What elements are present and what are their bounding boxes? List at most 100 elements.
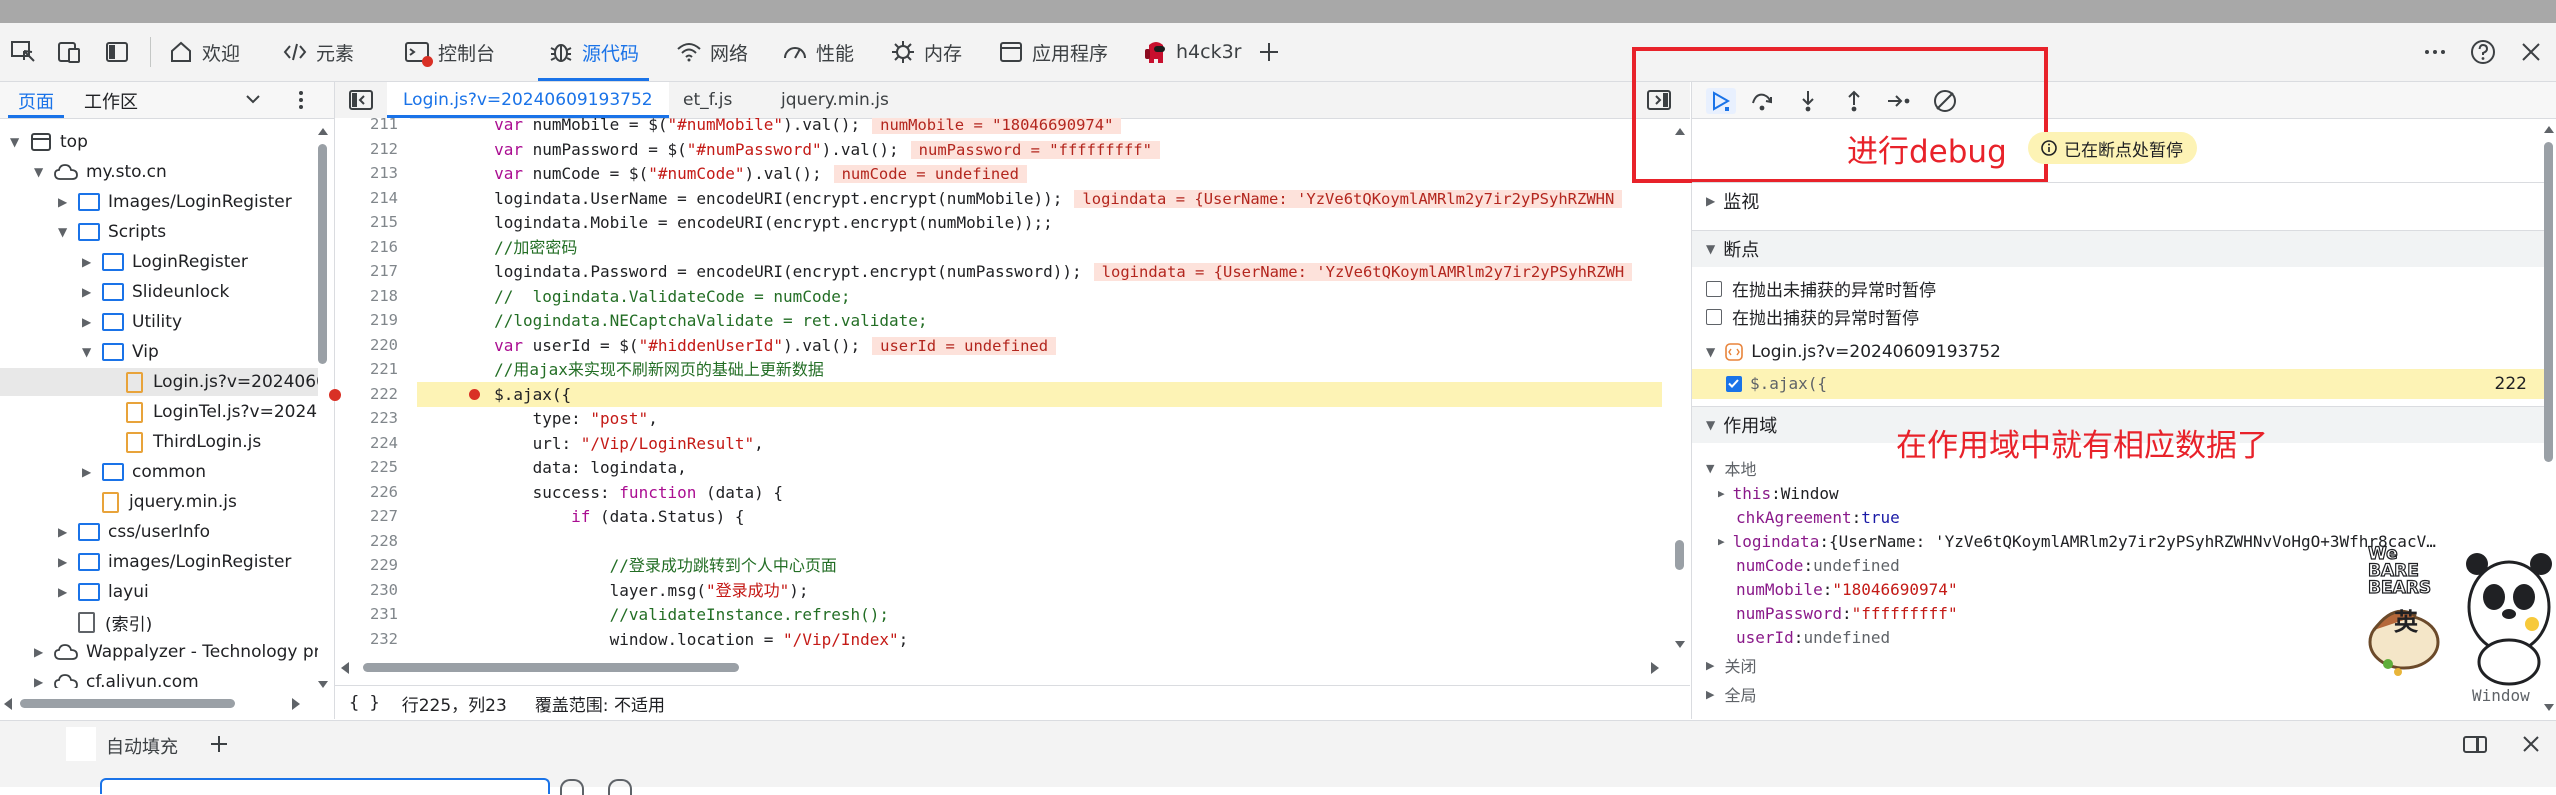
line-number[interactable]: 211 <box>370 115 398 133</box>
tree-item[interactable]: ▶ Images/LoginRegister <box>0 188 318 216</box>
scope-variable[interactable]: numMobile: "18046690974" <box>1736 580 1958 599</box>
chevron-down-icon[interactable] <box>244 90 262 108</box>
tree-item[interactable]: ▼ Vip <box>0 338 318 366</box>
line-number[interactable]: 213 <box>370 164 398 182</box>
editor-tab-et-f-js[interactable]: et_f.js <box>669 82 746 118</box>
toggle-navigator-icon[interactable] <box>349 90 373 110</box>
breakpoint-marker-icon[interactable] <box>329 388 341 401</box>
editor-vertical-scrollbar[interactable] <box>1673 128 1687 648</box>
tree-item[interactable]: ▶ images/LoginRegister <box>0 548 318 576</box>
expand-arrow-icon[interactable]: ▶ <box>82 465 98 479</box>
tree-item[interactable]: ▼ my.sto.cn <box>0 158 318 186</box>
line-number[interactable]: 214 <box>370 189 398 207</box>
tree-item[interactable]: LoginTel.js?v=2024060 <box>0 398 318 426</box>
line-number[interactable]: 217 <box>370 262 398 280</box>
tree-item[interactable]: ▼ top <box>0 128 318 156</box>
code-line[interactable]: //用ajax来实现不刷新网页的基础上更新数据 <box>417 357 824 382</box>
expand-arrow-icon[interactable]: ▶ <box>58 555 74 569</box>
line-number[interactable]: 218 <box>370 287 398 305</box>
line-number[interactable]: 222 <box>370 385 398 403</box>
tab-h4ck3r-extension[interactable]: h4ck3r <box>1142 23 1241 81</box>
collapse-arrow-icon[interactable]: ▼ <box>82 345 98 359</box>
tree-item[interactable]: Login.js?v=202406091 <box>0 368 318 396</box>
drawer-dock-icon[interactable] <box>2462 733 2488 755</box>
pause-uncaught-checkbox[interactable] <box>1706 280 1722 297</box>
tab-page[interactable]: 页面 <box>18 88 54 114</box>
editor-horizontal-scrollbar[interactable] <box>335 658 1671 678</box>
code-line[interactable]: $.ajax({ <box>417 382 571 407</box>
scope-variable[interactable]: ▶ this: Window <box>1718 484 1839 503</box>
code-line[interactable]: var numCode = $("#numCode").val(); numCod… <box>417 161 1027 186</box>
scope-variable[interactable]: userId: undefined <box>1736 628 1890 647</box>
close-devtools-icon[interactable] <box>2518 39 2544 65</box>
line-number[interactable]: 220 <box>370 336 398 354</box>
tab-elements[interactable]: 元素 <box>282 23 354 81</box>
tree-item[interactable]: ▶ layui <box>0 578 318 606</box>
code-line[interactable]: //加密密码 <box>417 235 577 260</box>
code-line[interactable]: type: "post", <box>417 406 658 431</box>
tree-item[interactable]: ▶ css/userInfo <box>0 518 318 546</box>
expand-arrow-icon[interactable]: ▶ <box>34 675 50 688</box>
line-number[interactable]: 229 <box>370 556 398 574</box>
tree-item[interactable]: ▶ common <box>0 458 318 486</box>
tab-sources[interactable]: 源代码 <box>538 23 650 81</box>
expand-arrow-icon[interactable]: ▶ <box>58 585 74 599</box>
breakpoint-entry[interactable]: $.ajax({ 222 <box>1692 369 2547 399</box>
code-line[interactable]: url: "/Vip/LoginResult", <box>417 431 764 456</box>
inline-breakpoint-icon[interactable] <box>469 388 480 400</box>
collapse-arrow-icon[interactable]: ▼ <box>10 135 26 149</box>
tree-item[interactable]: (索引) <box>0 608 318 636</box>
pause-caught-option[interactable]: 在抛出捕获的异常时暂停 <box>1706 304 1919 329</box>
code-line[interactable]: window.location = "/Vip/Index"; <box>417 627 909 652</box>
line-number[interactable]: 215 <box>370 213 398 231</box>
scope-variable[interactable]: chkAgreement: true <box>1736 508 1900 527</box>
code-line[interactable]: var numPassword = $("#numPassword").val(… <box>417 137 1160 162</box>
collapse-arrow-icon[interactable]: ▼ <box>34 165 50 179</box>
drawer-tab-autofill[interactable]: 自动填充 <box>106 733 178 759</box>
tree-item[interactable]: ▶ Slideunlock <box>0 278 318 306</box>
line-number[interactable]: 231 <box>370 605 398 623</box>
navigator-more-icon[interactable] <box>292 90 310 110</box>
editor-tab-jquery-js[interactable]: jquery.min.js <box>767 82 903 118</box>
editor-tab-login-js[interactable]: Login.js?v=20240609193752 <box>387 82 669 118</box>
line-number[interactable]: 216 <box>370 238 398 256</box>
line-number-gutter[interactable]: 211 212 213 214 215 216 217 218 219 220 221 222 223 2… <box>329 115 410 651</box>
tab-welcome[interactable]: 欢迎 <box>168 23 240 81</box>
code-line[interactable]: if (data.Status) { <box>417 504 744 529</box>
code-line[interactable]: logindata.Mobile = encodeURI(encrypt.enc… <box>417 210 1053 235</box>
code-line[interactable]: layer.msg("登录成功"); <box>417 578 809 603</box>
more-menu-icon[interactable] <box>2422 39 2448 65</box>
tree-item[interactable]: jquery.min.js <box>0 488 318 516</box>
expand-arrow-icon[interactable]: ▶ <box>82 255 98 269</box>
code-line[interactable]: logindata.Password = encodeURI(encrypt.e… <box>417 259 1633 284</box>
watch-section-header[interactable]: ▶ 监视 <box>1692 182 2547 219</box>
navigator-horizontal-scrollbar[interactable] <box>0 694 316 714</box>
code-line[interactable]: var numMobile = $("#numMobile").val(); nu… <box>417 118 1122 137</box>
line-number[interactable]: 232 <box>370 630 398 648</box>
tree-item[interactable]: ThirdLogin.js <box>0 428 318 456</box>
breakpoints-section-header[interactable]: ▼ 断点 <box>1692 230 2547 267</box>
tree-item[interactable]: ▶ cf.aliyun.com <box>0 668 318 688</box>
closure-scope-header[interactable]: ▶ 关闭 <box>1706 653 1756 677</box>
tree-item[interactable]: ▶ Wappalyzer - Technology pro <box>0 638 318 666</box>
console-input-field[interactable] <box>100 778 550 794</box>
scope-variable[interactable]: ▶ logindata: {UserName: 'YzVe6tQKoymlAMRl… <box>1718 532 2436 551</box>
code-line[interactable]: success: function (data) { <box>417 480 783 505</box>
expand-arrow-icon[interactable]: ▶ <box>82 315 98 329</box>
tree-item[interactable]: ▼ Scripts <box>0 218 318 246</box>
code-line[interactable]: //登录成功跳转到个人中心页面 <box>417 553 837 578</box>
line-number[interactable]: 226 <box>370 483 398 501</box>
scope-variable[interactable]: numCode: undefined <box>1736 556 1900 575</box>
line-number[interactable]: 227 <box>370 507 398 525</box>
breakpoint-enabled-checkbox[interactable] <box>1726 376 1742 392</box>
tab-memory[interactable]: 内存 <box>890 23 962 81</box>
clear-icon[interactable] <box>608 779 632 795</box>
add-tab-icon[interactable] <box>1256 39 1282 65</box>
code-area[interactable]: var numMobile = $("#numMobile").val(); nu… <box>417 118 1662 651</box>
collapse-arrow-icon[interactable]: ▼ <box>58 225 74 239</box>
refresh-icon[interactable] <box>560 779 584 795</box>
pretty-print-button[interactable]: { } <box>349 693 380 713</box>
close-drawer-icon[interactable] <box>2520 733 2542 755</box>
tab-network[interactable]: 网络 <box>676 23 748 81</box>
device-emulation-icon[interactable] <box>56 39 82 65</box>
